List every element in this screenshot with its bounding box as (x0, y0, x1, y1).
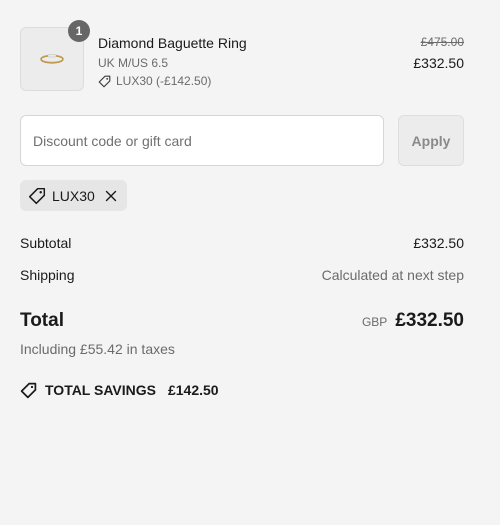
discounted-price: £332.50 (413, 55, 464, 71)
subtotal-label: Subtotal (20, 235, 72, 251)
item-prices: £475.00 £332.50 (413, 35, 464, 72)
total-value: £332.50 (395, 310, 464, 331)
discount-code-input[interactable] (20, 115, 384, 166)
original-price: £475.00 (420, 35, 464, 49)
savings-value: £142.50 (167, 382, 219, 398)
tag-icon (28, 187, 46, 204)
item-discount: LUX30 (-£142.50) (98, 74, 247, 88)
product-variant: UK M/US 6.5 (98, 56, 169, 70)
ring-icon (40, 54, 64, 64)
item-discount-label: LUX30 (-£142.50) (116, 74, 212, 88)
savings-tag-icon (20, 382, 37, 398)
discount-form: Apply (20, 115, 464, 166)
total-row: Total GBP £332.50 (20, 310, 464, 332)
subtotal-row: Subtotal £332.50 (20, 234, 464, 252)
total-amount-group: GBP £332.50 (362, 310, 464, 332)
subtotal-value: £332.50 (413, 235, 464, 251)
cart-line-item: 1 Diamond Baguette Ring UK M/US 6.5 LUX3… (20, 20, 464, 91)
shipping-row: Shipping Calculated at next step (20, 266, 464, 284)
quantity-badge: 1 (68, 20, 90, 42)
product-title: Diamond Baguette Ring (98, 35, 247, 51)
applied-discount-chip: LUX30 (20, 180, 127, 211)
remove-discount-button[interactable] (105, 190, 117, 202)
tag-icon (98, 75, 111, 87)
savings-label: TOTAL SAVINGS (45, 382, 156, 398)
item-info: Diamond Baguette Ring UK M/US 6.5 LUX30 … (98, 34, 247, 88)
currency-code: GBP (361, 315, 388, 329)
applied-code-label: LUX30 (52, 187, 95, 204)
total-label: Total (20, 310, 64, 331)
shipping-label: Shipping (20, 267, 75, 283)
close-icon (105, 190, 117, 201)
total-savings: TOTAL SAVINGS £142.50 (20, 381, 219, 399)
apply-button[interactable]: Apply (398, 115, 464, 166)
shipping-value: Calculated at next step (321, 267, 464, 283)
tax-note: Including £55.42 in taxes (20, 341, 175, 357)
